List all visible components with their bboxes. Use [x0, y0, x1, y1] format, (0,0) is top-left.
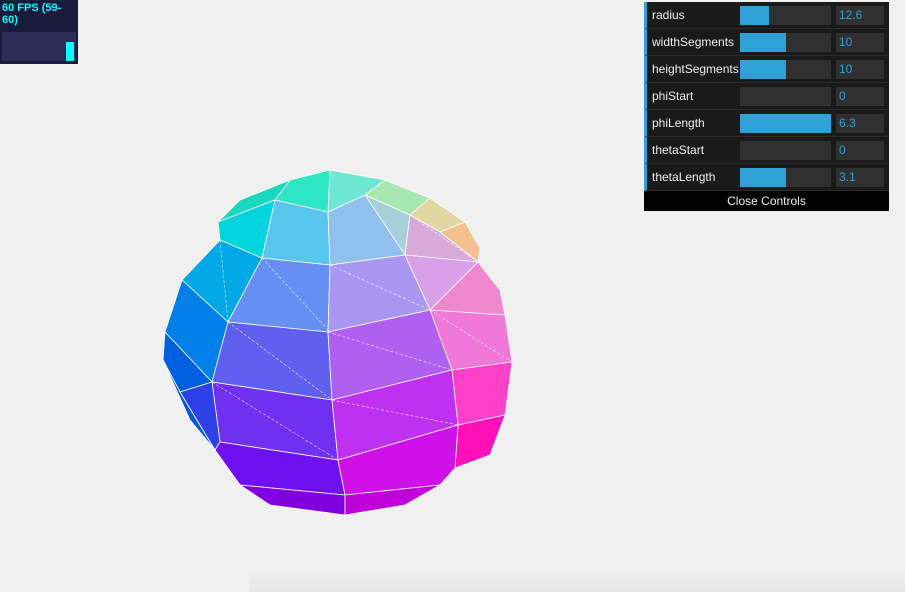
- control-label: thetaStart: [652, 143, 705, 157]
- control-row-phistart: phiStart 0: [644, 83, 889, 110]
- control-row-thetalength: thetaLength 3.1: [644, 164, 889, 191]
- control-row-thetastart: thetaStart 0: [644, 137, 889, 164]
- heightsegments-input[interactable]: 10: [836, 60, 884, 79]
- fps-stats-panel[interactable]: 60 FPS (59-60): [0, 0, 78, 64]
- philength-slider[interactable]: [740, 114, 831, 133]
- thetalength-slider[interactable]: [740, 168, 831, 187]
- phistart-slider[interactable]: [740, 87, 831, 106]
- fps-label: 60 FPS (59-60): [2, 2, 62, 26]
- control-row-widthsegments: widthSegments 10: [644, 29, 889, 56]
- fps-graph: [2, 32, 76, 61]
- control-label: widthSegments: [652, 35, 735, 49]
- control-label: phiStart: [652, 89, 694, 103]
- slider-fill: [740, 33, 786, 52]
- control-label: thetaLength: [652, 170, 716, 184]
- wireframe-sphere: [162, 169, 513, 516]
- slider-fill: [740, 60, 786, 79]
- close-controls-button[interactable]: Close Controls: [644, 191, 889, 211]
- slider-fill: [740, 168, 786, 187]
- ground-shadow: [250, 568, 905, 592]
- heightsegments-slider[interactable]: [740, 60, 831, 79]
- philength-input[interactable]: 6.3: [836, 114, 884, 133]
- widthsegments-slider[interactable]: [740, 33, 831, 52]
- control-row-radius: radius 12.6: [644, 2, 889, 29]
- control-row-heightsegments: heightSegments 10: [644, 56, 889, 83]
- thetastart-slider[interactable]: [740, 141, 831, 160]
- widthsegments-input[interactable]: 10: [836, 33, 884, 52]
- controls-panel: radius 12.6 widthSegments 10 heightSegme…: [644, 2, 889, 211]
- fps-graph-bar: [66, 42, 74, 61]
- thetalength-input[interactable]: 3.1: [836, 168, 884, 187]
- slider-fill: [740, 6, 770, 25]
- control-row-philength: phiLength 6.3: [644, 110, 889, 137]
- control-label: heightSegments: [652, 62, 739, 76]
- thetastart-input[interactable]: 0: [836, 141, 884, 160]
- slider-fill: [740, 114, 831, 133]
- control-label: phiLength: [652, 116, 705, 130]
- radius-slider[interactable]: [740, 6, 831, 25]
- control-label: radius: [652, 8, 685, 22]
- radius-input[interactable]: 12.6: [836, 6, 884, 25]
- phistart-input[interactable]: 0: [836, 87, 884, 106]
